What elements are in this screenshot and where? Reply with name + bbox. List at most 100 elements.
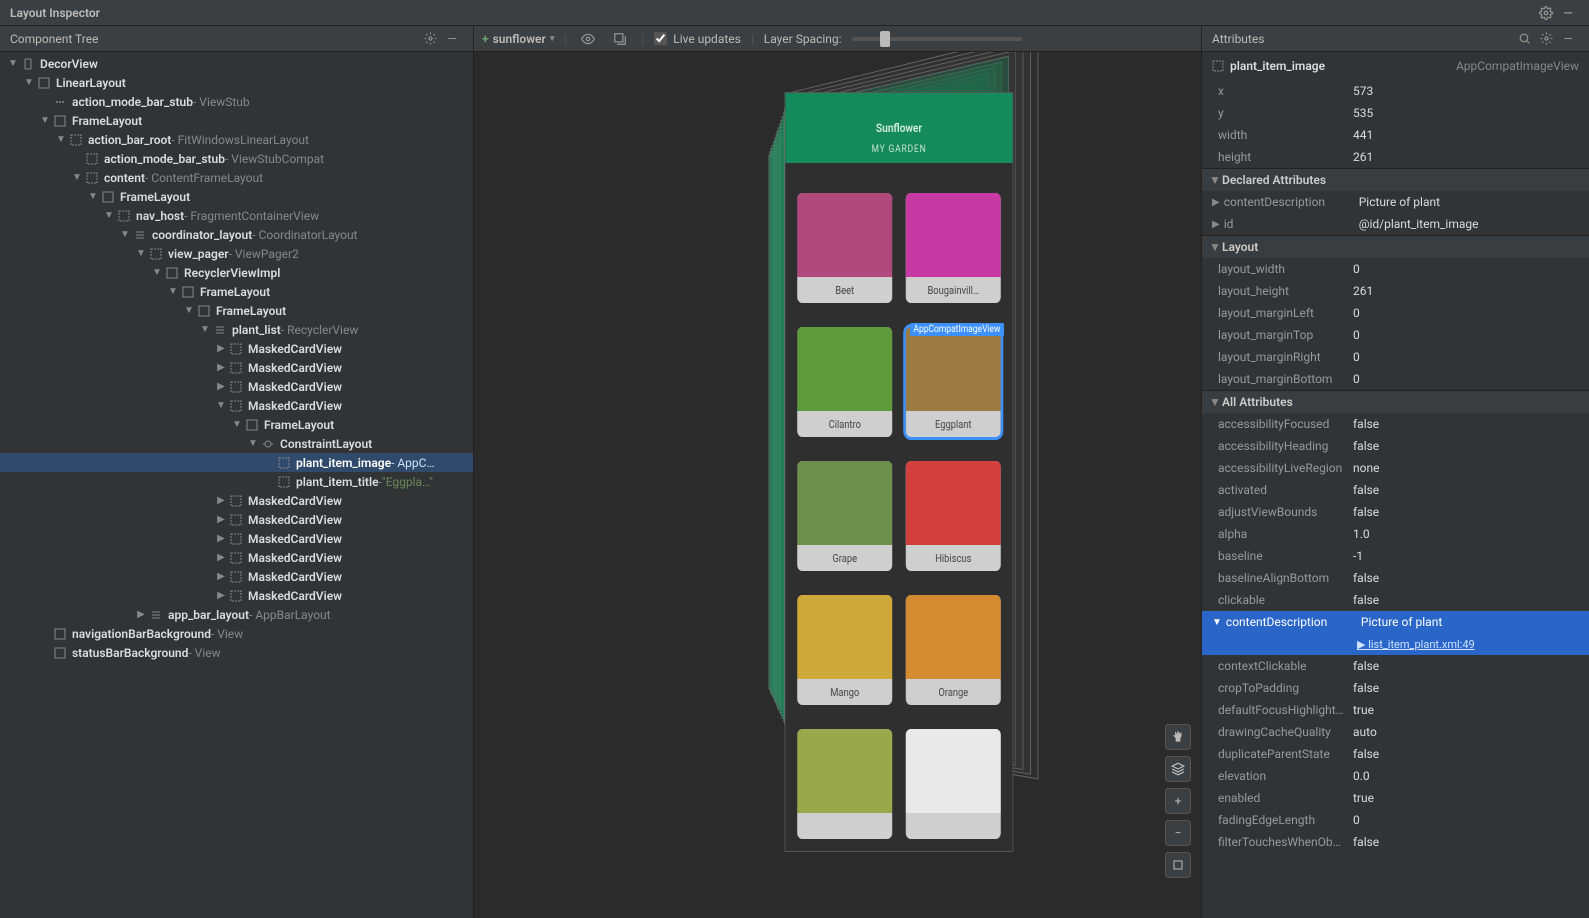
attribute-row[interactable]: accessibilityLiveRegionnone [1202,457,1589,479]
tree-row[interactable]: ▼content - ContentFrameLayout [0,168,473,187]
attribute-row[interactable]: accessibilityFocusedfalse [1202,413,1589,435]
attribute-row[interactable]: elevation0.0 [1202,765,1589,787]
attribute-row[interactable]: y535 [1202,102,1589,124]
tree-row[interactable]: ▶MaskedCardView [0,586,473,605]
expand-caret-icon[interactable]: ▶ [1212,197,1220,208]
pan-button[interactable] [1165,724,1191,750]
tree-toggle[interactable]: ▶ [214,533,228,544]
attribute-row[interactable]: enabledtrue [1202,787,1589,809]
section-caret-icon[interactable]: ▼ [1208,173,1222,187]
tree-row[interactable]: action_mode_bar_stub - ViewStub [0,92,473,111]
plant-card[interactable]: Eggplant [906,327,1001,437]
process-dropdown[interactable]: + sunflower ▾ [482,32,554,46]
tree-toggle[interactable]: ▶ [214,571,228,582]
zoom-out-button[interactable]: − [1165,820,1191,846]
plant-card[interactable]: Orange [906,595,1001,705]
tree-row[interactable]: ▼nav_host - FragmentContainerView [0,206,473,225]
tree-toggle[interactable]: ▼ [54,134,68,145]
tree-toggle[interactable]: ▼ [38,115,52,126]
tree-row[interactable]: plant_item_image - AppC… [0,453,473,472]
attribute-row[interactable]: layout_width0 [1202,258,1589,280]
tree-row[interactable]: ▶MaskedCardView [0,377,473,396]
section-caret-icon[interactable]: ▼ [1208,240,1222,254]
tree-row[interactable]: ▼FrameLayout [0,415,473,434]
section-header[interactable]: ▼Layout [1202,235,1589,258]
phone-render[interactable]: Sunflower MY GARDEN BeetBougainvill…Cila… [785,92,1014,852]
tree-row[interactable]: navigationBarBackground - View [0,624,473,643]
tree-toggle[interactable]: ▼ [102,210,116,221]
plant-card[interactable]: Hibiscus [906,461,1001,571]
gear-icon[interactable] [419,28,441,50]
tree-row[interactable]: ▼RecyclerViewImpl [0,263,473,282]
tree-row[interactable]: ▼FrameLayout [0,111,473,130]
tree-row[interactable]: ▼FrameLayout [0,301,473,320]
tree-toggle[interactable]: ▶ [214,514,228,525]
tree-row[interactable]: ▼ConstraintLayout [0,434,473,453]
tree-toggle[interactable]: ▼ [70,172,84,183]
attributes-list[interactable]: x573y535width441height261▼Declared Attri… [1202,80,1589,918]
live-updates-input[interactable] [654,32,667,45]
tree-row[interactable]: ▼view_pager - ViewPager2 [0,244,473,263]
attribute-row[interactable]: filterTouchesWhenOb…false [1202,831,1589,853]
attribute-row[interactable]: layout_height261 [1202,280,1589,302]
attribute-row[interactable]: x573 [1202,80,1589,102]
tree-row[interactable]: ▶MaskedCardView [0,548,473,567]
live-updates-checkbox[interactable]: Live updates [654,32,741,46]
layer-spacing-slider[interactable] [852,37,1022,41]
tree-toggle[interactable]: ▶ [214,590,228,601]
minimize-icon[interactable]: — [1557,2,1579,24]
tree-row[interactable]: ▼DecorView [0,54,473,73]
tree-toggle[interactable]: ▼ [6,58,20,69]
tree-toggle[interactable]: ▶ [134,609,148,620]
section-header[interactable]: ▼All Attributes [1202,390,1589,413]
layers-button[interactable] [1165,756,1191,782]
attribute-row[interactable]: adjustViewBoundsfalse [1202,501,1589,523]
plant-card[interactable]: Mango [797,595,892,705]
plant-card[interactable]: Cilantro [797,327,892,437]
attribute-row[interactable]: ▶id@id/plant_item_image [1202,213,1589,235]
tree-toggle[interactable]: ▼ [86,191,100,202]
tree-row[interactable]: ▶MaskedCardView [0,510,473,529]
tree-row[interactable]: ▼MaskedCardView [0,396,473,415]
overlay-toggle-icon[interactable] [577,28,599,50]
collapse-icon[interactable]: — [1557,28,1579,50]
tree-row[interactable]: ▶MaskedCardView [0,339,473,358]
tree-row[interactable]: plant_item_title - "Eggpla…" [0,472,473,491]
attribute-row[interactable]: layout_marginBottom0 [1202,368,1589,390]
tree-toggle[interactable]: ▼ [134,248,148,259]
tree-toggle[interactable]: ▼ [150,267,164,278]
attribute-row[interactable]: layout_marginTop0 [1202,324,1589,346]
expand-caret-icon[interactable]: ▼ [1212,617,1222,628]
plant-card[interactable]: Bougainvill… [906,193,1001,303]
attribute-row[interactable]: duplicateParentStatefalse [1202,743,1589,765]
tree-toggle[interactable]: ▼ [166,286,180,297]
tree-toggle[interactable]: ▼ [230,419,244,430]
plant-card[interactable] [906,729,1001,839]
attribute-row[interactable]: ▼contentDescriptionPicture of plant [1202,611,1589,633]
tree-row[interactable]: ▶MaskedCardView [0,491,473,510]
tree-toggle[interactable]: ▼ [182,305,196,316]
tree-toggle[interactable]: ▼ [246,438,260,449]
tree-row[interactable]: ▶MaskedCardView [0,529,473,548]
tree-toggle[interactable]: ▼ [118,229,132,240]
component-tree[interactable]: ▼DecorView▼LinearLayoutaction_mode_bar_s… [0,52,473,918]
plant-card[interactable] [797,729,892,839]
collapse-icon[interactable]: — [441,28,463,50]
attribute-row[interactable]: width441 [1202,124,1589,146]
attribute-row[interactable]: baselineAlignBottomfalse [1202,567,1589,589]
tree-toggle[interactable]: ▶ [214,381,228,392]
attribute-row[interactable]: alpha1.0 [1202,523,1589,545]
search-icon[interactable] [1513,28,1535,50]
tree-row[interactable]: ▶app_bar_layout - AppBarLayout [0,605,473,624]
tree-toggle[interactable]: ▼ [198,324,212,335]
tree-row[interactable]: action_mode_bar_stub - ViewStubCompat [0,149,473,168]
gear-icon[interactable] [1535,28,1557,50]
tree-row[interactable]: ▼FrameLayout [0,187,473,206]
tree-toggle[interactable]: ▶ [214,343,228,354]
expand-caret-icon[interactable]: ▶ [1212,219,1220,230]
attribute-row[interactable]: fadingEdgeLength0 [1202,809,1589,831]
attribute-row[interactable]: layout_marginRight0 [1202,346,1589,368]
tree-row[interactable]: statusBarBackground - View [0,643,473,662]
tree-row[interactable]: ▶MaskedCardView [0,358,473,377]
tree-toggle[interactable]: ▶ [214,552,228,563]
